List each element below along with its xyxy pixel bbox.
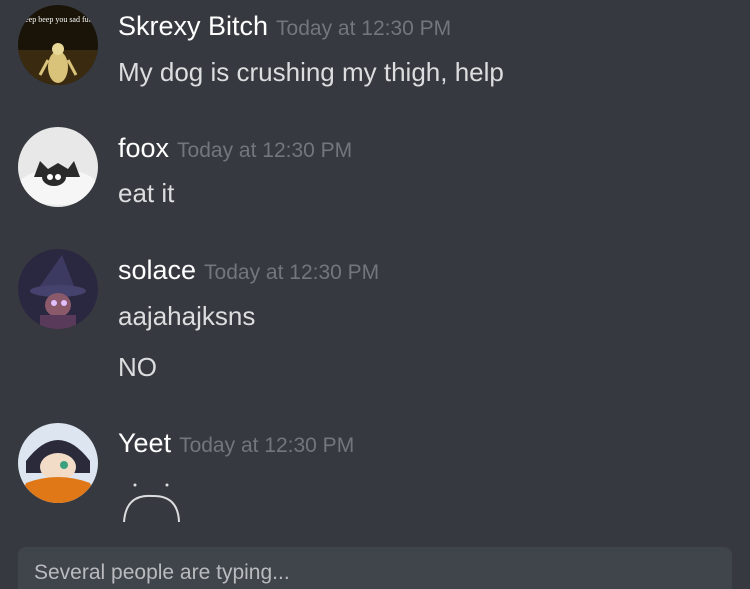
- message-text: My dog is crushing my thigh, help: [118, 57, 504, 87]
- timestamp: Today at 12:30 PM: [204, 261, 380, 284]
- username[interactable]: foox: [118, 133, 169, 163]
- witch-avatar-icon: [18, 249, 98, 329]
- timestamp: Today at 12:30 PM: [276, 17, 452, 40]
- username[interactable]: solace: [118, 255, 196, 285]
- username[interactable]: Skrexy Bitch: [118, 11, 268, 41]
- timestamp: Today at 12:30 PM: [179, 434, 355, 457]
- message-header: Yeet Today at 12:30 PM: [118, 427, 354, 462]
- message-text: eat it: [118, 178, 175, 208]
- chat-messages: Beep beep you sad fuck Skrexy Bitch Today…: [0, 0, 750, 589]
- cat-avatar-icon: [18, 127, 98, 207]
- typing-indicator-text: Several people are typing...: [34, 561, 290, 584]
- message-header: solace Today at 12:30 PM: [118, 254, 379, 289]
- typing-indicator-bar[interactable]: Several people are typing...: [18, 547, 732, 589]
- anime-girl-avatar-icon: [18, 423, 98, 503]
- avatar-solace[interactable]: [18, 249, 98, 329]
- avatar-foox[interactable]: [18, 127, 98, 207]
- message-text: NO: [118, 352, 157, 382]
- message-header: Skrexy Bitch Today at 12:30 PM: [118, 10, 451, 45]
- skeleton-meme-avatar-icon: Beep beep you sad fuck: [18, 5, 98, 85]
- timestamp: Today at 12:30 PM: [177, 139, 353, 162]
- message-header: foox Today at 12:30 PM: [118, 132, 352, 167]
- message-text: aajahajksns: [118, 301, 256, 331]
- sad-face-drawing-icon: [123, 483, 180, 523]
- avatar-caption-line1: Beep beep you sad fuck: [20, 15, 96, 24]
- username[interactable]: Yeet: [118, 428, 171, 458]
- avatar-yeet[interactable]: [18, 423, 98, 503]
- avatar-skrexy[interactable]: Beep beep you sad fuck: [18, 5, 98, 85]
